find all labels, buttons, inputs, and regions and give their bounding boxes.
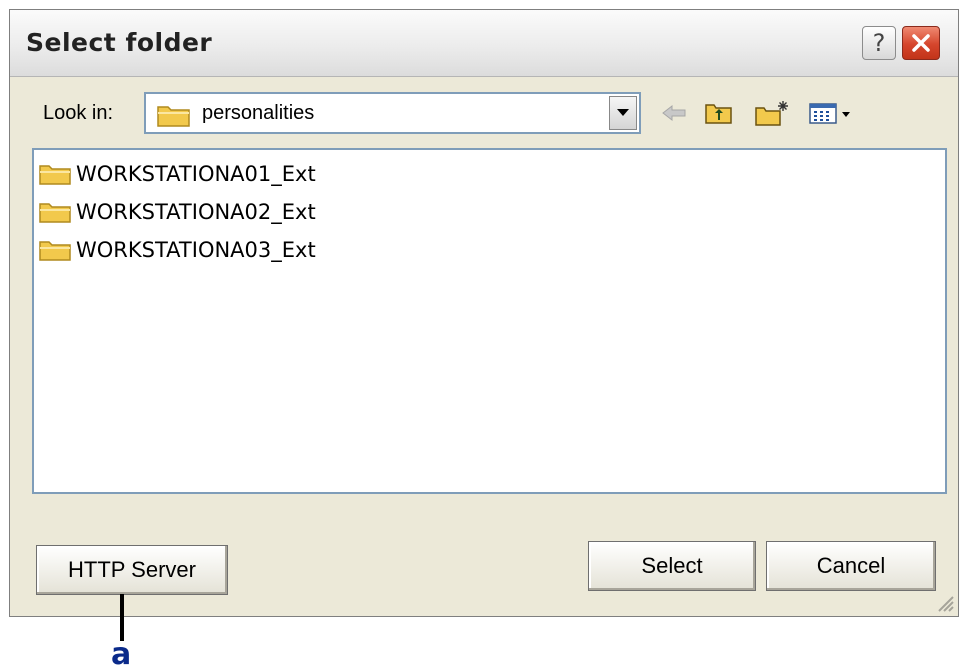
list-item[interactable]: WORKSTATIONA01_Ext: [38, 158, 316, 190]
close-button[interactable]: [902, 26, 940, 60]
folder-icon: [39, 203, 71, 223]
folder-name: WORKSTATIONA03_Ext: [76, 238, 316, 262]
resize-grip-icon[interactable]: [933, 591, 955, 613]
list-item[interactable]: WORKSTATIONA02_Ext: [38, 196, 316, 228]
dropdown-arrow-button[interactable]: [609, 96, 637, 130]
view-menu-button[interactable]: [806, 98, 856, 128]
folder-name: WORKSTATIONA01_Ext: [76, 162, 316, 186]
up-folder-icon: [705, 104, 732, 124]
folder-name: WORKSTATIONA02_Ext: [76, 200, 316, 224]
folder-list[interactable]: WORKSTATIONA01_Ext WORKSTATIONA02_Ext WO…: [32, 148, 947, 494]
select-folder-dialog: Select folder ? Look in: personalities W…: [9, 9, 959, 617]
folder-icon: [157, 106, 190, 127]
cancel-button[interactable]: Cancel: [766, 541, 936, 591]
folder-icon: [39, 241, 71, 261]
look-in-label: Look in:: [43, 102, 114, 124]
look-in-dropdown[interactable]: personalities: [144, 92, 641, 134]
new-folder-button[interactable]: [752, 98, 792, 128]
up-one-level-button[interactable]: [702, 98, 736, 128]
callout-label: a: [111, 637, 132, 672]
help-button[interactable]: ?: [862, 26, 896, 60]
dialog-title: Select folder: [26, 28, 213, 57]
view-menu-icon: [809, 103, 850, 124]
title-bar[interactable]: Select folder ?: [10, 10, 958, 77]
back-button[interactable]: [658, 98, 690, 128]
callout-line: [120, 594, 124, 641]
help-icon: ?: [872, 29, 886, 57]
folder-icon: [39, 165, 71, 185]
close-icon: [912, 34, 930, 52]
select-button[interactable]: Select: [588, 541, 756, 591]
new-folder-icon: [755, 101, 788, 126]
chevron-down-icon: [617, 109, 629, 116]
back-arrow-icon: [662, 104, 686, 122]
list-item[interactable]: WORKSTATIONA03_Ext: [38, 234, 316, 266]
http-server-button[interactable]: HTTP Server: [36, 545, 228, 595]
look-in-value: personalities: [202, 102, 315, 124]
